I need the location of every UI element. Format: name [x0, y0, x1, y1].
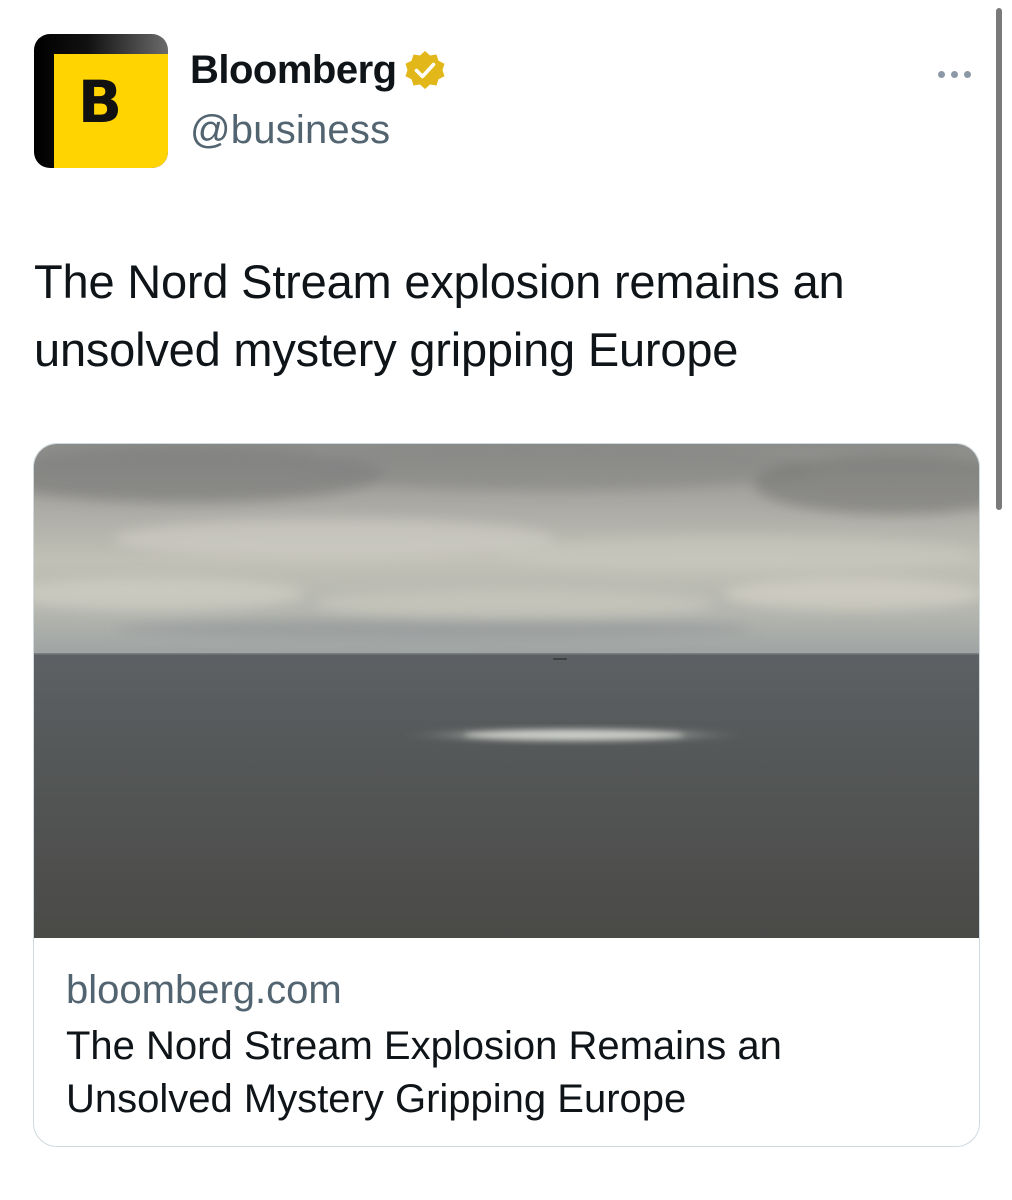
more-options-button[interactable] — [930, 60, 978, 88]
tweet-text: The Nord Stream explosion remains an uns… — [34, 255, 845, 376]
card-meta: bloomberg.com The Nord Stream Explosion … — [66, 962, 956, 1126]
avatar-logo-tile: B — [54, 54, 168, 168]
author-name-row: Bloomberg — [190, 48, 447, 93]
author-display-name[interactable]: Bloomberg — [190, 48, 397, 93]
sea-photo — [34, 444, 979, 938]
card-image[interactable] — [34, 444, 979, 938]
author-handle[interactable]: @business — [190, 108, 390, 153]
avatar[interactable]: B — [34, 34, 168, 168]
card-domain: bloomberg.com — [66, 968, 342, 1012]
link-preview-card[interactable]: bloomberg.com The Nord Stream Explosion … — [33, 443, 980, 1147]
tweet-page: B Bloomberg @business The Nord Stream ex… — [0, 0, 1012, 1200]
avatar-logo-letter: B — [77, 68, 123, 136]
more-horizontal-icon-dot — [963, 70, 971, 78]
card-title[interactable]: The Nord Stream Explosion Remains an Uns… — [66, 1020, 956, 1126]
verified-badge-icon[interactable] — [403, 49, 447, 93]
more-horizontal-icon-dot — [950, 70, 958, 78]
more-horizontal-icon-dot — [937, 70, 945, 78]
scrollbar[interactable] — [996, 8, 1002, 510]
